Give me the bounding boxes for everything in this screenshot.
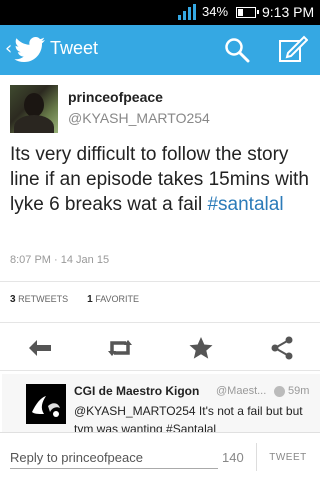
retweet-icon[interactable] bbox=[106, 334, 134, 362]
clock-icon bbox=[274, 386, 285, 397]
retweet-count[interactable]: 3 bbox=[10, 294, 16, 305]
reply-timestamp: 59m bbox=[288, 385, 310, 397]
author-name[interactable]: princeofpeace bbox=[68, 89, 163, 105]
character-count: 140 bbox=[222, 450, 244, 465]
page-title: Tweet bbox=[50, 38, 99, 58]
back-icon[interactable]: ‹ bbox=[5, 39, 12, 59]
search-icon[interactable] bbox=[224, 37, 250, 63]
share-icon[interactable] bbox=[268, 334, 296, 362]
divider bbox=[0, 370, 320, 371]
favorite-label[interactable]: FAVORITE bbox=[95, 294, 139, 304]
reply-input[interactable] bbox=[10, 447, 218, 469]
compose-icon[interactable] bbox=[278, 35, 308, 63]
favorite-count[interactable]: 1 bbox=[87, 294, 93, 305]
tweet-actions bbox=[0, 330, 320, 366]
divider bbox=[256, 443, 257, 471]
reply-author-name[interactable]: CGI de Maestro Kigon bbox=[74, 384, 199, 398]
reply-avatar[interactable] bbox=[26, 384, 66, 424]
divider bbox=[0, 281, 320, 282]
reply-compose-bar: 140 TWEET bbox=[0, 432, 320, 480]
tweet-stats: 3 RETWEETS 1 FAVORITE bbox=[10, 294, 139, 305]
tweet-header: princeofpeace @KYASH_MARTO254 bbox=[0, 75, 320, 135]
author-handle[interactable]: @KYASH_MARTO254 bbox=[68, 110, 210, 126]
reply-text: @KYASH_MARTO254 It's not a fail but but … bbox=[74, 404, 303, 432]
tweet-text: Its very difficult to follow the story l… bbox=[10, 142, 314, 217]
hashtag-link[interactable]: #santalal bbox=[207, 194, 283, 215]
tweet-timestamp: 8:07 PM · 14 Jan 15 bbox=[10, 254, 110, 266]
clock: 9:13 PM bbox=[262, 4, 315, 20]
status-bar: 34% 9:13 PM bbox=[0, 0, 320, 25]
twitter-bird-icon[interactable] bbox=[14, 37, 46, 63]
reply-item[interactable]: CGI de Maestro Kigon @Maest... 59m @KYAS… bbox=[0, 374, 320, 432]
signal-icon bbox=[178, 4, 196, 20]
action-bar: ‹ Tweet bbox=[0, 25, 320, 75]
reply-icon[interactable] bbox=[26, 334, 54, 362]
divider bbox=[0, 322, 320, 323]
star-icon[interactable] bbox=[187, 334, 215, 362]
battery-percent: 34% bbox=[202, 4, 229, 19]
avatar[interactable] bbox=[10, 85, 58, 133]
reply-author-handle[interactable]: @Maest... bbox=[216, 385, 266, 397]
tweet-button[interactable]: TWEET bbox=[260, 443, 316, 471]
retweet-label[interactable]: RETWEETS bbox=[18, 294, 68, 304]
battery-icon bbox=[236, 7, 259, 18]
